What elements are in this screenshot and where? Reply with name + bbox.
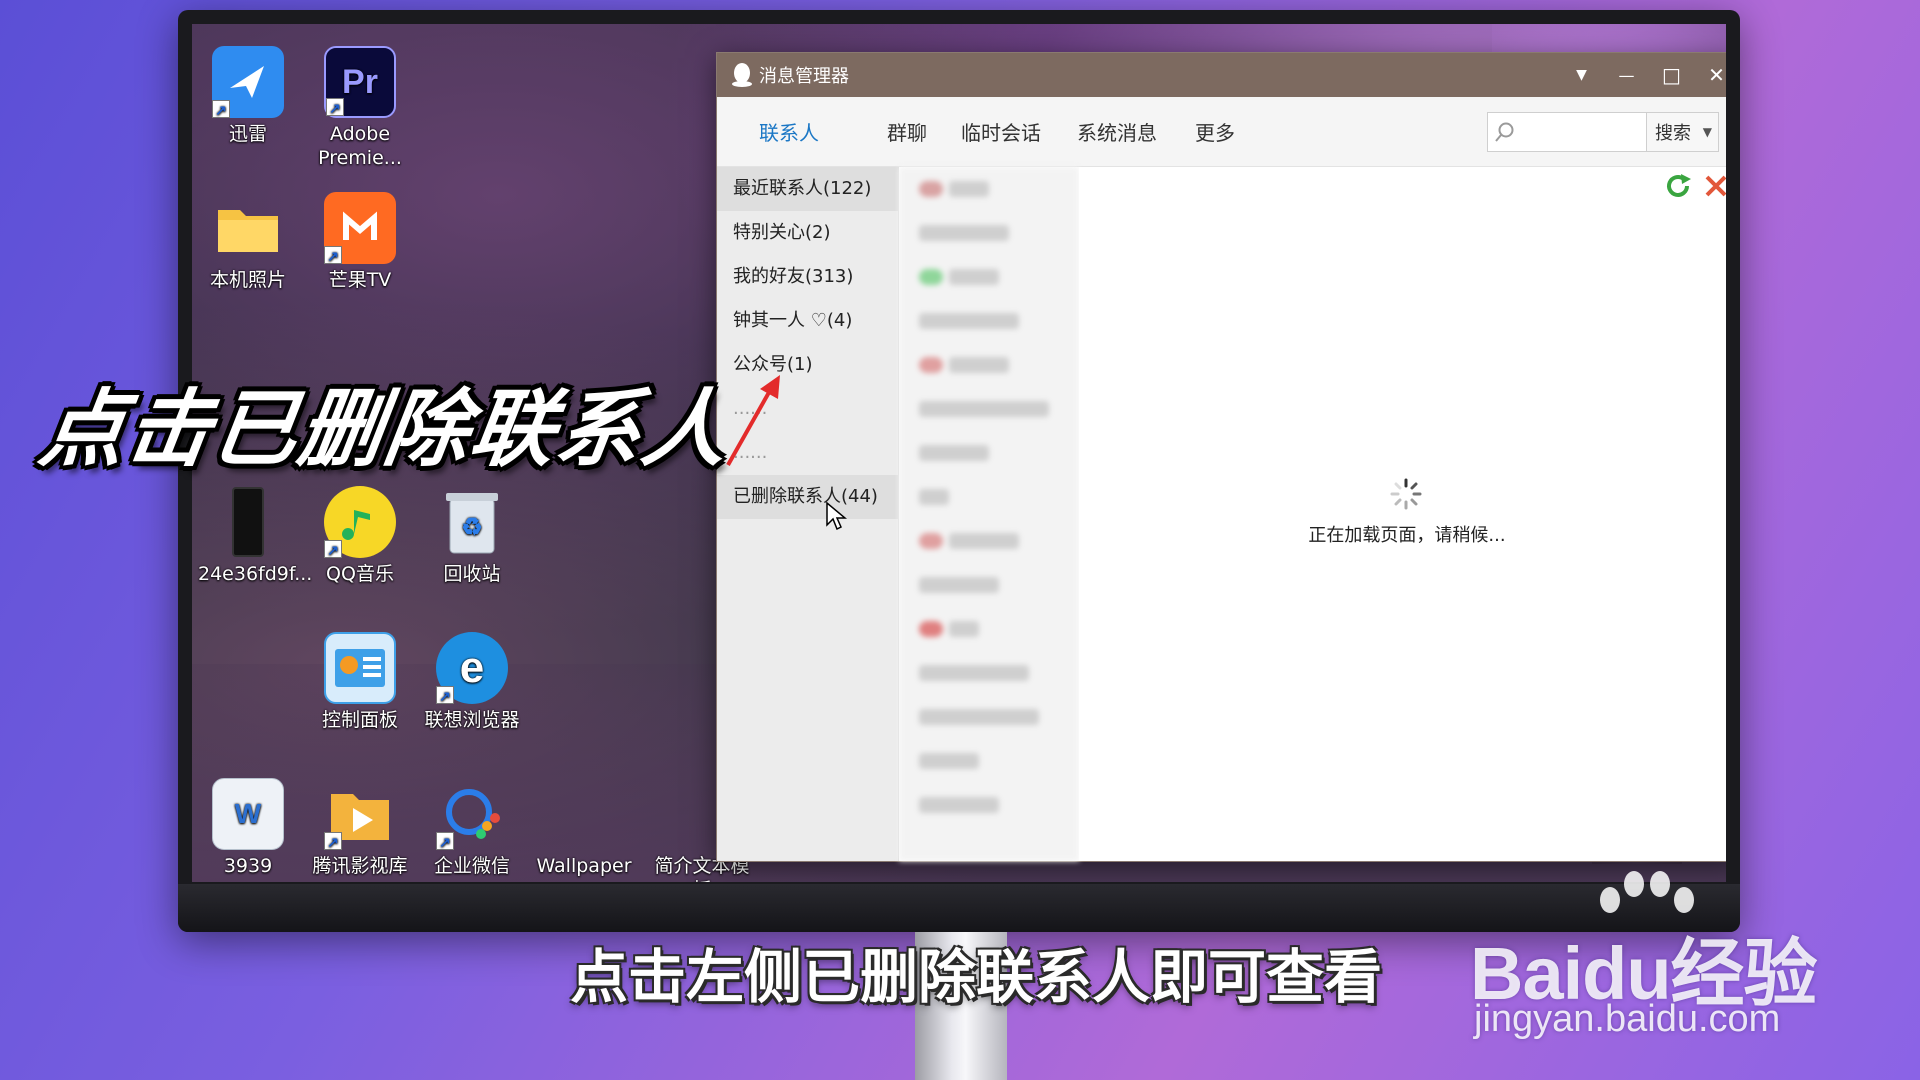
search-box: 搜索 ▼ — [1487, 112, 1719, 152]
desktop-icon-label: 控制面板 — [321, 709, 398, 731]
delete-icon[interactable] — [1701, 171, 1726, 201]
desktop-icon-tencent-video-lib[interactable]: ↗ 腾讯影视库 — [310, 778, 410, 878]
tutorial-caption: 点击已删除联系人 — [34, 380, 736, 478]
sidebar-item-custom-group[interactable]: 钟其一人 ♡(4) — [717, 299, 898, 343]
control-panel-icon — [324, 632, 396, 704]
desktop-icon-label: 芒果TV — [328, 269, 392, 291]
search-button[interactable]: 搜索 ▼ — [1646, 113, 1718, 151]
refresh-icon[interactable] — [1663, 171, 1693, 201]
desktop-icon-recycle-bin[interactable]: ♻ 回收站 — [422, 486, 522, 586]
sidebar-item-my-friends[interactable]: 我的好友(313) — [717, 255, 898, 299]
tencent-video-lib-icon: ↗ — [324, 778, 396, 850]
desktop-icon-premiere[interactable]: Pr ↗ Adobe Premie... — [310, 46, 410, 170]
desktop-icon-xunlei[interactable]: ↗ 迅雷 — [198, 46, 298, 146]
desktop-icon-mangotv[interactable]: ↗ 芒果TV — [310, 192, 410, 292]
tab-groups[interactable]: 群聊 — [887, 109, 927, 154]
desktop-icon-control-panel[interactable]: 控制面板 — [310, 632, 410, 732]
svg-text:♻: ♻ — [461, 514, 483, 541]
blurred-contact-list — [899, 167, 1079, 861]
tab-temp-chats[interactable]: 临时会话 — [961, 109, 1041, 154]
premiere-icon: Pr ↗ — [324, 46, 396, 118]
xunlei-icon: ↗ — [212, 46, 284, 118]
desktop-icon-label: Wallpaper — [536, 855, 632, 877]
wallpaper-icon — [548, 778, 620, 850]
mouse-cursor-icon — [826, 501, 847, 531]
loading-text: 正在加载页面，请稍候... — [1308, 525, 1506, 546]
message-manager-window: 消息管理器 ▼ — □ ✕ 联系人 群聊 临时会话 系统消息 更多 搜索 ▼ 最… — [716, 52, 1726, 862]
dropdown-button[interactable]: ▼ — [1559, 53, 1604, 97]
word-doc-icon: W — [212, 778, 284, 850]
desktop-icon-label: 本机照片 — [209, 269, 286, 291]
search-dropdown-icon[interactable]: ▼ — [1703, 125, 1712, 139]
window-title: 消息管理器 — [759, 66, 849, 87]
sidebar-item-special-care[interactable]: 特别关心(2) — [717, 211, 898, 255]
close-button[interactable]: ✕ — [1694, 53, 1726, 97]
minimize-button[interactable]: — — [1604, 53, 1649, 97]
desktop-icon-phone-file[interactable]: 24e36fd9f... — [198, 486, 313, 586]
tab-contacts[interactable]: 联系人 — [759, 109, 819, 154]
desktop-icon-wallpaper[interactable]: Wallpaper — [534, 778, 634, 878]
search-input[interactable] — [1526, 114, 1646, 150]
desktop-icon-qqmusic[interactable]: ↗ QQ音乐 — [310, 486, 410, 586]
phone-file-icon — [212, 486, 284, 558]
desktop-icon-word-doc[interactable]: W 3939 — [198, 778, 298, 878]
lenovo-browser-icon: e ↗ — [436, 632, 508, 704]
folder-icon — [212, 192, 284, 264]
search-icon — [1488, 113, 1522, 151]
tab-system-messages[interactable]: 系统消息 — [1077, 109, 1157, 154]
video-subtitle: 点击左侧已删除联系人即可查看 — [570, 943, 1383, 1011]
watermark-url: jingyan.baidu.com — [1474, 998, 1781, 1040]
desktop-icon-label: 腾讯影视库 — [312, 855, 408, 877]
desktop-icon-label: 回收站 — [443, 563, 501, 585]
desktop-icon-label: 企业微信 — [433, 855, 510, 877]
contact-category-sidebar: 最近联系人(122) 特别关心(2) 我的好友(313) 钟其一人 ♡(4) 公… — [717, 167, 899, 861]
wecom-icon: ↗ — [436, 778, 508, 850]
baidu-jingyan-watermark: Baidu经验 jingyan.baidu.com — [1470, 870, 1830, 1040]
window-titlebar[interactable]: 消息管理器 ▼ — □ ✕ — [717, 53, 1726, 97]
message-content-pane — [1079, 167, 1726, 861]
desktop-icon-label: Adobe Premie... — [318, 123, 402, 169]
recycle-bin-icon: ♻ — [436, 486, 508, 558]
desktop-icon-label: QQ音乐 — [326, 563, 394, 585]
maximize-button[interactable]: □ — [1649, 53, 1694, 97]
search-button-label: 搜索 — [1655, 123, 1691, 144]
desktop-icon-label: 24e36fd9f... — [198, 563, 313, 585]
qqmusic-icon: ↗ — [324, 486, 396, 558]
desktop-icon-wecom[interactable]: ↗ 企业微信 — [422, 778, 522, 878]
desktop-icon-photos-folder[interactable]: 本机照片 — [198, 192, 298, 292]
mangotv-icon: ↗ — [324, 192, 396, 264]
desktop-icon-lenovo-browser[interactable]: e ↗ 联想浏览器 — [422, 632, 522, 732]
qq-penguin-icon — [732, 63, 752, 87]
sidebar-item-recent-contacts[interactable]: 最近联系人(122) — [717, 167, 898, 211]
desktop-icon-label: 联想浏览器 — [424, 709, 520, 731]
tab-more[interactable]: 更多 — [1195, 109, 1235, 154]
sidebar-item-deleted-contacts[interactable]: 已删除联系人(44) — [717, 475, 898, 519]
loading-spinner-icon — [1390, 478, 1422, 510]
tab-bar: 联系人 群聊 临时会话 系统消息 更多 搜索 ▼ — [717, 97, 1726, 167]
desktop-icon-label: 迅雷 — [228, 123, 267, 145]
desktop-icon-label: 3939 — [223, 855, 273, 877]
